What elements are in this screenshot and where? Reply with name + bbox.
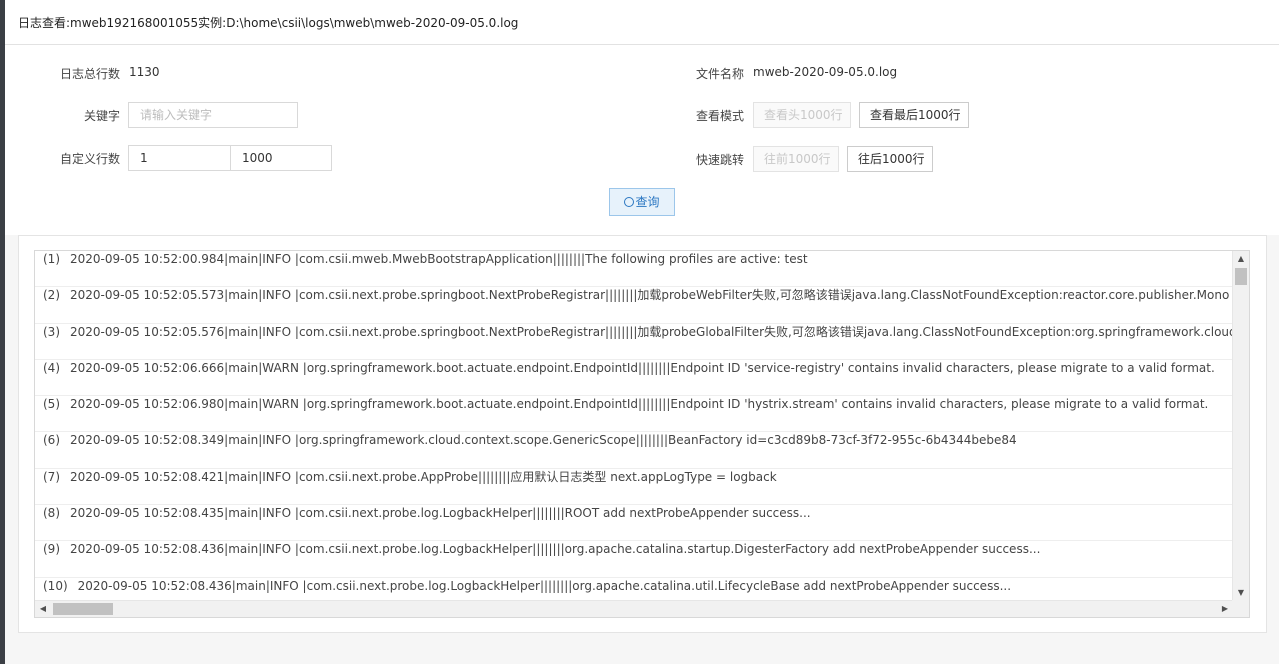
log-row-number: (5) bbox=[43, 397, 60, 412]
log-row: (6) 2020-09-05 10:52:08.349|main|INFO |or… bbox=[35, 432, 1233, 469]
log-row-text: 2020-09-05 10:52:08.435|main|INFO |com.c… bbox=[70, 506, 811, 521]
custom-lines-label: 自定义行数 bbox=[59, 152, 120, 166]
log-row-text: 2020-09-05 10:52:06.666|main|WARN |org.s… bbox=[70, 360, 1215, 375]
log-row-text: 2020-09-05 10:52:08.436|main|INFO |com.c… bbox=[70, 542, 1041, 557]
log-row: (1) 2020-09-05 10:52:00.984|main|INFO |co… bbox=[35, 251, 1233, 288]
view-mode-label: 查看模式 bbox=[695, 109, 744, 123]
horizontal-scroll-thumb[interactable] bbox=[53, 603, 113, 615]
custom-end-input[interactable] bbox=[230, 145, 332, 171]
scroll-down-arrow-icon[interactable]: ▼ bbox=[1233, 585, 1249, 601]
log-row: (10) 2020-09-05 10:52:08.436|main|INFO |c… bbox=[35, 578, 1233, 601]
total-lines-value: 1130 bbox=[129, 65, 160, 79]
log-row: (5) 2020-09-05 10:52:06.980|main|WARN |or… bbox=[35, 396, 1233, 433]
quick-jump-label: 快速跳转 bbox=[695, 153, 744, 167]
log-content-box[interactable]: (1) 2020-09-05 10:52:00.984|main|INFO |co… bbox=[34, 250, 1250, 618]
log-row: (2) 2020-09-05 10:52:05.573|main|INFO |co… bbox=[35, 287, 1233, 324]
log-row: (4) 2020-09-05 10:52:06.666|main|WARN |or… bbox=[35, 360, 1233, 397]
file-name-value: mweb-2020-09-05.0.log bbox=[753, 65, 898, 79]
log-viewer-page: 日志查看:mweb192168001055实例:D:\home\csii\log… bbox=[5, 0, 1279, 664]
log-row-number: (8) bbox=[43, 506, 60, 521]
query-button[interactable]: 查询 bbox=[609, 188, 675, 216]
query-form: 日志总行数 1130 文件名称 mweb-2020-09-05.0.log 关键… bbox=[5, 45, 1279, 235]
scrollbar-corner bbox=[1232, 600, 1249, 617]
scroll-left-arrow-icon[interactable]: ◀ bbox=[35, 601, 51, 617]
view-tail-button[interactable]: 查看最后1000行 bbox=[859, 102, 969, 128]
log-row: (7) 2020-09-05 10:52:08.421|main|INFO |co… bbox=[35, 469, 1233, 506]
log-row-number: (2) bbox=[43, 288, 60, 303]
keyword-label: 关键字 bbox=[83, 109, 120, 123]
custom-start-input[interactable] bbox=[128, 145, 231, 171]
log-row-number: (4) bbox=[43, 360, 60, 375]
title-bar: 日志查看:mweb192168001055实例:D:\home\csii\log… bbox=[5, 0, 1279, 45]
log-row-text: 2020-09-05 10:52:08.436|main|INFO |com.c… bbox=[77, 578, 1012, 593]
log-row-number: (3) bbox=[43, 324, 60, 339]
scroll-right-arrow-icon[interactable]: ▶ bbox=[1217, 601, 1233, 617]
page-title: 日志查看:mweb192168001055实例:D:\home\csii\log… bbox=[18, 16, 519, 30]
total-lines-label: 日志总行数 bbox=[59, 67, 120, 81]
log-row: (3) 2020-09-05 10:52:05.576|main|INFO |co… bbox=[35, 324, 1233, 360]
log-row-text: 2020-09-05 10:52:06.980|main|WARN |org.s… bbox=[70, 397, 1209, 412]
search-icon bbox=[624, 197, 635, 207]
log-row-text: 2020-09-05 10:52:05.576|main|INFO |com.c… bbox=[70, 324, 1233, 339]
next-1000-button[interactable]: 往后1000行 bbox=[847, 146, 933, 172]
log-row-number: (10) bbox=[43, 578, 68, 593]
log-rows: (1) 2020-09-05 10:52:00.984|main|INFO |co… bbox=[35, 251, 1233, 601]
vertical-scrollbar[interactable]: ▲ ▼ bbox=[1232, 251, 1249, 601]
log-row-number: (9) bbox=[43, 542, 60, 557]
log-row-number: (1) bbox=[43, 252, 60, 266]
log-row-number: (7) bbox=[43, 469, 60, 484]
prev-1000-button[interactable]: 往前1000行 bbox=[753, 146, 839, 172]
vertical-scroll-thumb[interactable] bbox=[1235, 268, 1247, 285]
log-row-text: 2020-09-05 10:52:00.984|main|INFO |com.c… bbox=[70, 252, 808, 266]
log-row-text: 2020-09-05 10:52:08.349|main|INFO |org.s… bbox=[70, 433, 1017, 448]
view-head-button[interactable]: 查看头1000行 bbox=[753, 102, 851, 128]
scroll-up-arrow-icon[interactable]: ▲ bbox=[1233, 251, 1249, 267]
keyword-input[interactable] bbox=[128, 102, 298, 128]
log-row: (9) 2020-09-05 10:52:08.436|main|INFO |co… bbox=[35, 541, 1233, 578]
horizontal-scrollbar[interactable]: ◀ ▶ bbox=[35, 600, 1233, 617]
log-row-text: 2020-09-05 10:52:05.573|main|INFO |com.c… bbox=[70, 288, 1230, 303]
query-button-label: 查询 bbox=[635, 195, 660, 209]
file-name-label: 文件名称 bbox=[695, 67, 744, 81]
log-row: (8) 2020-09-05 10:52:08.435|main|INFO |co… bbox=[35, 505, 1233, 542]
log-row-text: 2020-09-05 10:52:08.421|main|INFO |com.c… bbox=[70, 469, 777, 484]
log-row-number: (6) bbox=[43, 433, 60, 448]
log-panel: (1) 2020-09-05 10:52:00.984|main|INFO |co… bbox=[18, 235, 1267, 633]
